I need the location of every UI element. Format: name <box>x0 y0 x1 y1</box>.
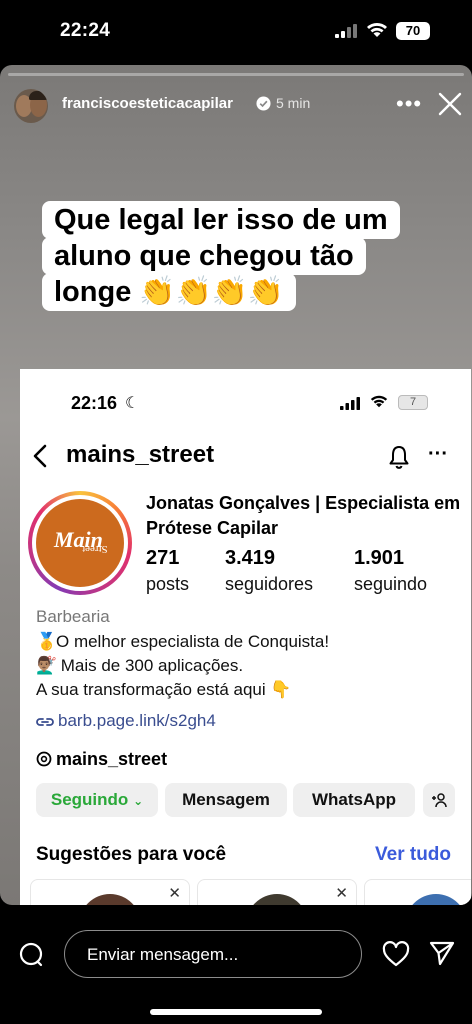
status-time: 22:24 <box>60 20 111 41</box>
heart-icon[interactable] <box>382 941 410 967</box>
stat-value: 271 <box>146 547 180 569</box>
profile-picture: Main Street <box>28 491 132 595</box>
screenshot-status-time: 22:16 <box>71 393 118 413</box>
send-icon[interactable] <box>428 939 456 967</box>
see-all-link: Ver tudo <box>375 844 452 865</box>
more-options-icon[interactable]: ••• <box>396 91 422 117</box>
stat-label: seguindo <box>354 574 428 594</box>
shared-profile-screenshot: 22:16 ☾ 7 mains_street ··· Main Street J… <box>20 369 471 905</box>
battery-indicator: 7 <box>398 395 428 410</box>
threads-handle: mains_street <box>36 749 167 770</box>
wifi-icon <box>370 395 388 408</box>
story-viewer[interactable]: franciscoesteticacapilar 5 min ••• Que l… <box>0 65 472 905</box>
verified-badge-icon <box>256 96 271 111</box>
caption-line: aluno que chegou tão <box>42 237 366 275</box>
story-username[interactable]: franciscoesteticacapilar <box>62 95 233 112</box>
threads-handle-text: mains_street <box>56 749 168 769</box>
profile-bio: 🥇O melhor especialista de Conquista! 💇🏽‍… <box>36 630 329 702</box>
stat-label: posts <box>146 574 190 594</box>
close-icon[interactable] <box>437 91 463 117</box>
cellular-signal-icon <box>335 24 357 38</box>
avatar <box>246 894 308 905</box>
suggestion-card <box>364 879 471 905</box>
story-caption: Que legal ler isso de um aluno que chego… <box>42 201 434 311</box>
stat-posts: 271 posts <box>146 547 189 595</box>
caption-line: longe 👏👏👏👏 <box>42 273 296 311</box>
message-input[interactable]: Enviar mensagem... <box>64 930 362 978</box>
avatar <box>79 894 141 905</box>
stat-following: 1.901 seguindo <box>354 547 427 595</box>
message-button: Mensagem <box>165 783 287 817</box>
profile-name: Jonatas Gonçalves | Especialista em Prót… <box>146 493 461 538</box>
suggestions-title: Sugestões para você <box>36 844 227 865</box>
stat-followers: 3.419 seguidores <box>225 547 313 595</box>
add-person-icon <box>423 783 455 817</box>
dismiss-icon: ✕ <box>168 885 181 902</box>
stat-value: 3.419 <box>225 547 276 569</box>
bio-emoji: 🥇 <box>36 632 58 651</box>
dismiss-icon: ✕ <box>335 885 348 902</box>
story-progress-bar <box>8 73 464 76</box>
status-bar: 22:24 70 <box>0 0 472 62</box>
stat-value: 1.901 <box>354 547 405 569</box>
wifi-icon <box>367 23 387 37</box>
stat-label: seguidores <box>225 574 314 594</box>
home-indicator <box>150 1009 322 1015</box>
suggestion-card: ✕ <box>197 879 357 905</box>
link-text: barb.page.link/s2gh4 <box>58 711 216 730</box>
avatar <box>405 894 467 905</box>
profile-handle: mains_street <box>66 441 215 468</box>
profile-link: barb.page.link/s2gh4 <box>36 711 216 731</box>
moon-icon: ☾ <box>125 395 140 412</box>
chevron-down-icon: ⌄ <box>133 794 144 808</box>
bio-line: O melhor especialista de Conquista! <box>56 632 330 651</box>
bio-line: Mais de 300 aplicações. <box>56 656 244 675</box>
cellular-signal-icon <box>340 397 360 410</box>
message-placeholder: Enviar mensagem... <box>87 945 239 964</box>
more-options-icon: ··· <box>428 443 448 465</box>
suggestion-card: ✕ <box>30 879 190 905</box>
bio-line: A sua transformação está aqui 👇 <box>36 680 292 699</box>
threads-icon <box>36 751 52 767</box>
following-button: Seguindo ⌄ <box>36 783 158 817</box>
following-label: Seguindo <box>50 790 129 809</box>
bell-icon <box>389 446 409 469</box>
logo-subtext: Street <box>82 543 108 555</box>
battery-indicator: 70 <box>396 22 430 40</box>
story-time-ago: 5 min <box>276 95 311 111</box>
story-header: franciscoesteticacapilar 5 min ••• <box>0 85 472 127</box>
avatar[interactable] <box>14 89 48 123</box>
whatsapp-button: WhatsApp <box>293 783 415 817</box>
story-reply-bar: Enviar mensagem... <box>0 905 472 1024</box>
profile-category: Barbearia <box>36 607 110 626</box>
back-arrow-icon <box>33 444 47 468</box>
camera-icon[interactable] <box>18 941 44 967</box>
bio-emoji: 💇🏽‍♂️ <box>36 656 58 675</box>
link-icon <box>36 717 54 726</box>
caption-line: Que legal ler isso de um <box>42 201 400 239</box>
